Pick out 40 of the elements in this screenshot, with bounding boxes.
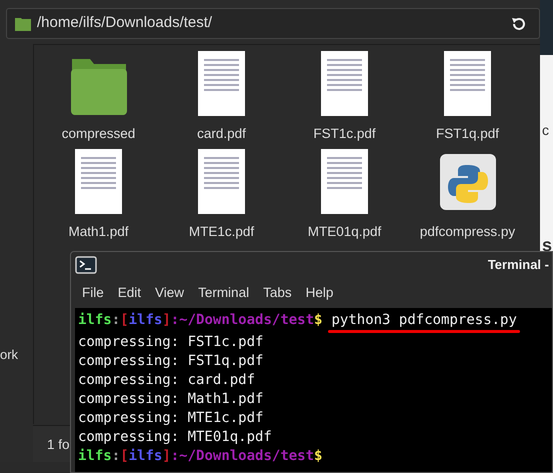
partial-text: c — [542, 121, 549, 140]
menu-item[interactable]: Edit — [110, 282, 148, 304]
output-line: compressing: MTE01q.pdf — [78, 428, 272, 447]
document-thumbnail — [198, 149, 245, 214]
document-thumbnail — [444, 51, 491, 116]
menu-item[interactable]: Help — [298, 282, 340, 304]
menu-item[interactable]: Tabs — [256, 282, 299, 304]
file-name[interactable]: compressed — [62, 124, 136, 144]
file-name[interactable]: card.pdf — [197, 124, 246, 144]
folder-icon — [15, 16, 31, 31]
output-line: compressing: FST1c.pdf — [78, 333, 264, 352]
document-thumbnail — [321, 51, 368, 116]
window-title: Terminal - — [488, 256, 549, 274]
path-bar[interactable]: /home/ilfs/Downloads/test/ — [6, 8, 540, 39]
file-name[interactable]: Math1.pdf — [68, 222, 129, 242]
partial-text: s — [542, 234, 552, 257]
document-thumbnail — [75, 149, 122, 214]
refresh-icon[interactable] — [511, 16, 527, 32]
file-name[interactable]: pdfcompress.py — [420, 222, 516, 242]
document-thumbnail — [321, 149, 368, 214]
menu-item[interactable]: View — [148, 282, 192, 304]
sidebar-label[interactable]: ork — [0, 345, 18, 364]
terminal-icon — [75, 256, 97, 274]
output-line: compressing: FST1q.pdf — [78, 352, 264, 371]
prompt-text: ilfs:[ilfs]:~/Downloads/test$ — [78, 447, 322, 466]
menu-item[interactable]: Terminal — [191, 282, 256, 304]
output-line: compressing: Math1.pdf — [78, 390, 264, 409]
prompt-text: ilfs:[ilfs]:~/Downloads/test$ — [78, 311, 322, 330]
menu-item[interactable]: File — [75, 282, 111, 304]
file-name[interactable]: MTE1c.pdf — [188, 222, 254, 242]
file-name[interactable]: MTE01q.pdf — [308, 222, 382, 242]
command-text: python3 pdfcompress.py — [331, 312, 517, 328]
file-name[interactable]: FST1c.pdf — [313, 124, 376, 144]
file-name[interactable]: FST1q.pdf — [436, 124, 500, 144]
output-line: compressing: card.pdf — [78, 371, 256, 390]
output-line: compressing: MTE1c.pdf — [78, 409, 264, 428]
document-thumbnail — [198, 51, 245, 116]
path-text: /home/ilfs/Downloads/test/ — [37, 13, 212, 34]
status-text: 1 fo — [47, 436, 70, 454]
python-file-icon — [438, 152, 496, 210]
